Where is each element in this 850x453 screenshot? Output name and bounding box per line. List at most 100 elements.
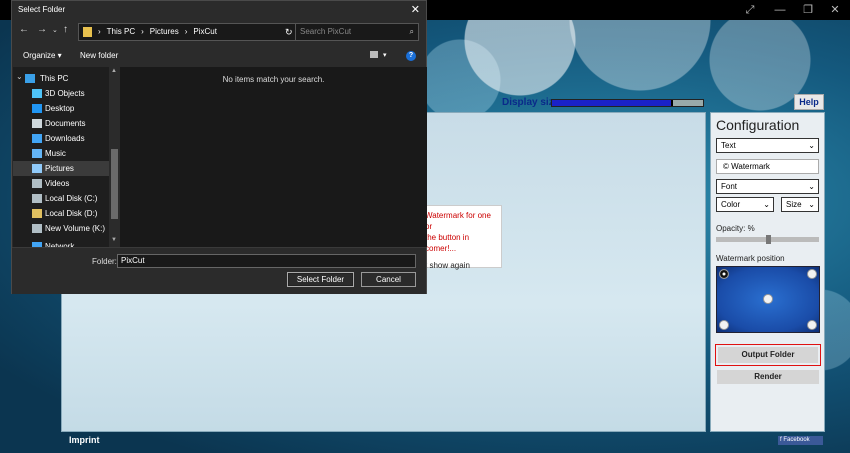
- up-arrow-icon[interactable]: ↑: [63, 24, 68, 35]
- navigation-pane: ⌄ This PC 3D Objects Desktop Documents Downlo…: [13, 67, 109, 247]
- back-arrow-icon[interactable]: ←: [19, 24, 29, 35]
- desktop-icon: [32, 104, 42, 113]
- maximize-icon[interactable]: ❐: [800, 2, 816, 18]
- size-select[interactable]: Size ⌄: [781, 197, 819, 212]
- picture-icon: [32, 164, 42, 173]
- cube-icon: [32, 89, 42, 98]
- scrollbar-thumb[interactable]: [111, 149, 118, 219]
- music-icon: [32, 149, 42, 158]
- watermark-type-select[interactable]: Text ⌄: [716, 138, 819, 153]
- download-icon: [32, 134, 42, 143]
- breadcrumb-this-pc[interactable]: This PC: [107, 24, 135, 40]
- nav-item-downloads[interactable]: Downloads: [13, 131, 109, 146]
- nav-item-label: 3D Objects: [45, 89, 85, 98]
- notice-line: comer!...: [425, 244, 457, 253]
- watermark-position-grid[interactable]: [716, 266, 820, 333]
- recent-chevron-icon[interactable]: ⌄: [52, 26, 58, 34]
- watermark-type-value: Text: [721, 141, 736, 150]
- help-button[interactable]: Help: [794, 94, 824, 110]
- dialog-title: Select Folder: [18, 5, 66, 14]
- position-center[interactable]: [763, 294, 773, 304]
- new-folder-button[interactable]: New folder: [80, 47, 118, 65]
- dialog-footer: Folder: PixCut Select Folder Cancel: [12, 247, 426, 294]
- chevron-down-icon: ⌄: [808, 141, 815, 150]
- nav-item-documents[interactable]: Documents: [13, 116, 109, 131]
- close-icon[interactable]: ✕: [411, 1, 420, 19]
- watermark-text-input[interactable]: © Watermark: [716, 159, 819, 174]
- close-icon[interactable]: ✕: [827, 2, 843, 18]
- scroll-down-icon[interactable]: ▼: [111, 237, 117, 243]
- nav-item-3d-objects[interactable]: 3D Objects: [13, 86, 109, 101]
- nav-item-label: Documents: [45, 119, 86, 128]
- render-button[interactable]: Render: [717, 370, 819, 384]
- drive-icon: [32, 194, 42, 203]
- view-options-icon[interactable]: [370, 51, 378, 58]
- nav-item-new-volume-k[interactable]: New Volume (K:): [13, 221, 109, 236]
- size-value: Size: [786, 200, 802, 209]
- nav-item-label: Downloads: [45, 134, 85, 143]
- nav-item-network[interactable]: Network: [13, 239, 109, 247]
- imprint-link[interactable]: Imprint: [69, 435, 100, 445]
- cancel-button[interactable]: Cancel: [361, 272, 416, 287]
- drive-icon: [32, 209, 42, 218]
- nav-item-pictures[interactable]: Pictures: [13, 161, 109, 176]
- font-value: Font: [721, 182, 738, 191]
- nav-item-desktop[interactable]: Desktop: [13, 101, 109, 116]
- folder-name-input[interactable]: PixCut: [117, 254, 416, 268]
- nav-item-label: This PC: [40, 74, 69, 83]
- position-bottom-left[interactable]: [719, 320, 729, 330]
- color-select[interactable]: Color ⌄: [716, 197, 774, 212]
- chevron-down-icon: ⌄: [808, 200, 815, 209]
- document-icon: [32, 119, 42, 128]
- folder-icon: [83, 27, 92, 37]
- help-icon[interactable]: ?: [406, 51, 416, 61]
- expand-chevron-icon[interactable]: ⌄: [16, 69, 23, 84]
- position-bottom-right[interactable]: [807, 320, 817, 330]
- forward-arrow-icon[interactable]: →: [37, 24, 47, 35]
- notice-line: Watermark for one or: [425, 211, 491, 231]
- nav-item-label: Videos: [45, 179, 70, 188]
- empty-results-message: No items match your search.: [222, 75, 325, 84]
- opacity-slider[interactable]: [716, 235, 819, 244]
- minimize-icon[interactable]: —: [772, 2, 788, 18]
- nav-item-music[interactable]: Music: [13, 146, 109, 161]
- chevron-down-icon[interactable]: ▾: [383, 47, 387, 65]
- breadcrumb-pictures[interactable]: Pictures: [150, 24, 179, 40]
- nav-item-this-pc[interactable]: ⌄ This PC: [13, 71, 109, 86]
- select-folder-button[interactable]: Select Folder: [287, 272, 354, 287]
- navigation-scrollbar[interactable]: ▲ ▼: [109, 67, 120, 247]
- dont-show-again-checkbox[interactable]: t show again: [425, 260, 497, 271]
- facebook-button[interactable]: f Facebook: [778, 436, 823, 445]
- position-top-right[interactable]: [807, 269, 817, 279]
- notice-popup: Watermark for one or the button in comer…: [420, 205, 502, 271]
- nav-item-videos[interactable]: Videos: [13, 176, 109, 191]
- search-placeholder: Search PixCut: [300, 27, 352, 36]
- search-input[interactable]: Search PixCut ⌕: [295, 23, 419, 41]
- opacity-slider-thumb[interactable]: [765, 235, 771, 244]
- search-icon: ⌕: [409, 27, 414, 36]
- file-list-pane[interactable]: No items match your search.: [120, 67, 427, 247]
- configuration-panel: Configuration Text ⌄ © Watermark Font ⌄ Co…: [710, 112, 825, 432]
- organize-button[interactable]: Organize ▾: [23, 47, 62, 65]
- scroll-up-icon[interactable]: ▲: [111, 68, 117, 74]
- nav-item-label: Network: [45, 242, 75, 247]
- position-top-left[interactable]: [719, 269, 729, 279]
- output-folder-label: Output Folder: [718, 347, 818, 363]
- dialog-toolbar: Organize ▾ New folder ▾ ?: [12, 47, 428, 65]
- breadcrumb-pixcut[interactable]: PixCut: [193, 24, 217, 40]
- font-select[interactable]: Font ⌄: [716, 179, 819, 194]
- output-folder-button[interactable]: Output Folder: [715, 344, 821, 366]
- fullscreen-icon[interactable]: ⤢: [742, 2, 758, 18]
- computer-icon: [25, 74, 35, 83]
- refresh-icon[interactable]: ↻: [285, 24, 293, 40]
- nav-item-local-disk-d[interactable]: Local Disk (D:): [13, 206, 109, 221]
- address-bar[interactable]: › This PC › Pictures › PixCut ⌄ ↻: [78, 23, 323, 41]
- breadcrumb-separator: ›: [141, 27, 144, 36]
- opacity-label: Opacity: %: [716, 224, 755, 233]
- nav-item-label: Local Disk (C:): [45, 194, 98, 203]
- breadcrumb-separator: ›: [98, 27, 101, 36]
- nav-item-local-disk-c[interactable]: Local Disk (C:): [13, 191, 109, 206]
- nav-item-label: New Volume (K:): [45, 224, 106, 233]
- dialog-nav-row: ← → ⌄ ↑ › This PC › Pictures › PixCut ⌄ …: [12, 21, 428, 43]
- display-size-slider[interactable]: [551, 99, 704, 107]
